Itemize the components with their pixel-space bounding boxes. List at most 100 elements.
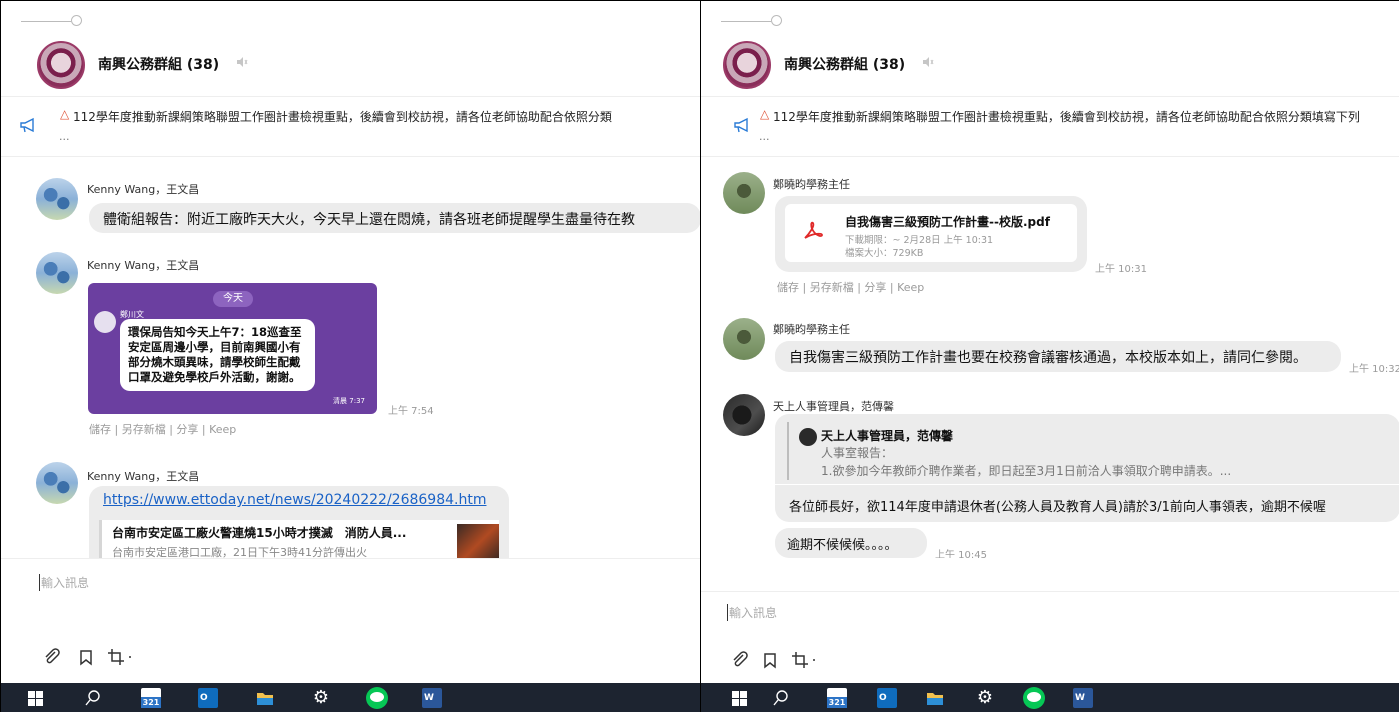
announcement-text: 112學年度推動新課綱策略聯盟工作圈計畫檢視重點，後續會到校訪視，請各位老師協助… (773, 110, 1360, 124)
image-message[interactable]: 今天 鄭川文 環保局告知今天上午7：18巡查至安定區周邊小學，目前南興國小有部分… (88, 283, 377, 414)
avatar[interactable] (36, 178, 78, 220)
message-bubble[interactable]: 自我傷害三級預防工作計畫也要在校務會議審核通過，本校版本如上，請同仁參閱。 (775, 341, 1341, 372)
search-icon[interactable] (83, 688, 103, 708)
chat-header: 南興公務群組 (38) (701, 31, 1399, 97)
message-text: 各位師長好，欲114年度申請退休者(公務人員及教育人員)請於3/1前向人事領表，… (789, 500, 1326, 515)
announcement-more[interactable]: ... (759, 130, 770, 143)
file-expiry: 下載期限：~ 2月28日 上午 10:31 (845, 235, 994, 246)
announcement-bar[interactable]: △ 112學年度推動新課綱策略聯盟工作圈計畫檢視重點，後續會到校訪視，請各位老師… (1, 97, 700, 157)
taskbar: 321 O ⚙ W (1, 683, 700, 712)
message-input-area[interactable]: 輸入訊息 (1, 558, 700, 683)
windows-start-icon[interactable] (729, 688, 749, 708)
pdf-icon (801, 218, 825, 242)
message-input[interactable]: 輸入訊息 (39, 574, 89, 591)
reply-message[interactable]: 天上人事管理員，范傳馨 人事室報告： 1.欲參加今年教師介聘作業者，即日起至3月… (775, 414, 1399, 522)
chat-header: 南興公務群組 (38) (1, 31, 700, 97)
message-text: 逾期不候候候。。。。 (787, 538, 898, 553)
quote-line-2: 1.欲參加今年教師介聘作業者，即日起至3月1日前洽人事領取介聘申請表。... (821, 464, 1232, 478)
quote-line-1: 人事室報告： (821, 446, 894, 460)
windows-start-icon[interactable] (25, 688, 45, 708)
fire-icon: △ (760, 107, 770, 121)
calendar-day: 321 (827, 697, 847, 708)
link-message[interactable]: https://www.ettoday.net/news/20240222/26… (89, 486, 509, 558)
group-title[interactable]: 南興公務群組 (38) (98, 54, 219, 74)
line-app-icon[interactable] (1023, 687, 1045, 709)
message-input-area[interactable]: 輸入訊息 (701, 591, 1399, 683)
handle-icon[interactable] (721, 15, 782, 27)
avatar[interactable] (36, 252, 78, 294)
paperclip-icon[interactable] (731, 651, 749, 669)
file-explorer-icon[interactable] (925, 688, 945, 708)
handle-icon[interactable] (21, 15, 82, 27)
settings-icon[interactable]: ⚙ (975, 688, 995, 708)
outlook-icon[interactable]: O (198, 688, 218, 708)
announcement-text: 112學年度推動新課綱策略聯盟工作圈計畫檢視重點，後續會到校訪視，請各位老師協助… (73, 110, 612, 124)
message-actions[interactable]: 儲存 | 另存新檔 | 分享 | Keep (777, 279, 924, 295)
sender-name: 鄭曉昀學務主任 (773, 323, 850, 336)
message-time: 上午 10:32 (1349, 364, 1399, 375)
message-text: 自我傷害三級預防工作計畫也要在校務會議審核通過，本校版本如上，請同仁參閱。 (789, 350, 1307, 366)
message-list[interactable]: 鄭曉昀學務主任 自我傷害三級預防工作計畫--校版.pdf 下載期限：~ 2月28… (701, 158, 1399, 558)
calendar-icon[interactable]: 321 (827, 688, 847, 708)
message-bubble[interactable]: 體衛組報告：附近工廠昨天大火，今天早上還在悶燒，請各班老師提醒學生盡量待在教 (89, 203, 700, 233)
calendar-day: 321 (141, 697, 161, 708)
word-icon[interactable]: W (422, 688, 442, 708)
chat-window-right: 南興公務群組 (38) △ 112學年度推動新課綱策略聯盟工作圈計畫檢視重點，後… (700, 0, 1399, 712)
line-app-icon[interactable] (366, 687, 388, 709)
message-list[interactable]: Kenny Wang，王文昌 體衛組報告：附近工廠昨天大火，今天早上還在悶燒，請… (1, 158, 700, 558)
message-time: 上午 7:54 (388, 406, 434, 417)
avatar[interactable] (723, 394, 765, 436)
taskbar: 321 O ⚙ W (701, 683, 1399, 712)
sender-name: 鄭曉昀學務主任 (773, 178, 850, 191)
sender-name: Kenny Wang，王文昌 (87, 183, 200, 196)
group-avatar[interactable] (37, 41, 85, 89)
link-preview[interactable]: 台南市安定區工廠火警連燒15小時才撲滅 消防人員... 台南市安定區港口工廠，2… (99, 520, 499, 558)
sender-name: 天上人事管理員，范傳馨 (773, 400, 894, 413)
message-link[interactable]: https://www.ettoday.net/news/20240222/26… (103, 492, 486, 508)
chat-window-left: 南興公務群組 (38) △ 112學年度推動新課綱策略聯盟工作圈計畫檢視重點，後… (0, 0, 700, 712)
quoted-message[interactable]: 天上人事管理員，范傳馨 人事室報告： 1.欲參加今年教師介聘作業者，即日起至3月… (787, 422, 1390, 480)
sender-name: Kenny Wang，王文昌 (87, 470, 200, 483)
message-text: 體衛組報告：附近工廠昨天大火，今天早上還在悶燒，請各班老師提醒學生盡量待在教 (103, 212, 635, 228)
divider (775, 484, 1399, 485)
search-icon[interactable] (771, 688, 791, 708)
message-actions[interactable]: 儲存 | 另存新檔 | 分享 | Keep (89, 421, 236, 437)
settings-icon[interactable]: ⚙ (311, 688, 331, 708)
paperclip-icon[interactable] (43, 648, 61, 666)
word-icon[interactable]: W (1073, 688, 1093, 708)
file-card[interactable]: 自我傷害三級預防工作計畫--校版.pdf 下載期限：~ 2月28日 上午 10:… (785, 204, 1077, 262)
announcement-more[interactable]: ... (59, 130, 70, 143)
quote-avatar (799, 428, 817, 446)
message-bubble[interactable]: 逾期不候候候。。。。 (775, 528, 927, 558)
group-avatar[interactable] (723, 41, 771, 89)
fire-icon: △ (60, 107, 70, 121)
file-explorer-icon[interactable] (255, 688, 275, 708)
avatar[interactable] (723, 318, 765, 360)
announcement-bar[interactable]: △ 112學年度推動新課綱策略聯盟工作圈計畫檢視重點，後續會到校訪視，請各位老師… (701, 97, 1399, 157)
bookmark-icon[interactable] (761, 651, 779, 669)
preview-thumbnail (457, 524, 499, 558)
file-size: 檔案大小：729KB (845, 248, 924, 259)
image-day-label: 今天 (213, 291, 253, 307)
file-name[interactable]: 自我傷害三級預防工作計畫--校版.pdf (845, 213, 1050, 230)
avatar[interactable] (36, 462, 78, 504)
crop-icon[interactable] (791, 651, 815, 669)
message-time: 上午 10:31 (1095, 264, 1147, 275)
image-avatar (94, 311, 116, 333)
megaphone-icon (19, 117, 39, 133)
mute-icon (921, 55, 935, 69)
avatar[interactable] (723, 172, 765, 214)
calendar-icon[interactable]: 321 (141, 688, 161, 708)
group-title[interactable]: 南興公務群組 (38) (784, 54, 905, 74)
sender-name: Kenny Wang，王文昌 (87, 259, 200, 272)
preview-description: 台南市安定區港口工廠，21日下午3時41分許傳出火 (112, 546, 367, 558)
image-text: 環保局告知今天上午7：18巡查至安定區周邊小學，目前南興國小有部分燒木頭異味，請… (120, 319, 315, 391)
file-message[interactable]: 自我傷害三級預防工作計畫--校版.pdf 下載期限：~ 2月28日 上午 10:… (775, 196, 1087, 272)
megaphone-icon (733, 117, 753, 133)
bookmark-icon[interactable] (77, 648, 95, 666)
mute-icon (235, 55, 249, 69)
quote-sender: 天上人事管理員，范傳馨 (821, 429, 954, 443)
outlook-icon[interactable]: O (877, 688, 897, 708)
message-input[interactable]: 輸入訊息 (727, 604, 777, 621)
crop-icon[interactable] (107, 648, 131, 666)
